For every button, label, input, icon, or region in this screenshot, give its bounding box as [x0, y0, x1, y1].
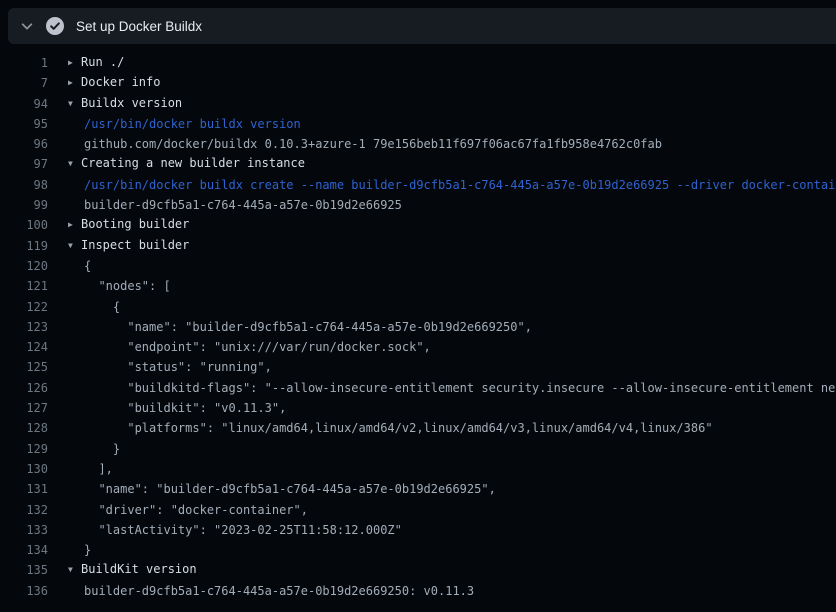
- log-group-row[interactable]: 119 ▼Inspect builder: [0, 236, 836, 256]
- command-text: /usr/bin/docker buildx version: [68, 114, 836, 134]
- line-number[interactable]: 126: [0, 378, 48, 398]
- line-number[interactable]: 128: [0, 418, 48, 438]
- output-text: ],: [68, 459, 836, 479]
- output-text: "buildkitd-flags": "--allow-insecure-ent…: [68, 378, 836, 398]
- line-number[interactable]: 7: [0, 73, 48, 93]
- output-text: builder-d9cfb5a1-c764-445a-a57e-0b19d2e6…: [68, 195, 836, 215]
- chevron-collapsed-icon[interactable]: ▶: [68, 73, 81, 93]
- output-text: {: [68, 256, 836, 276]
- line-number[interactable]: 100: [0, 215, 48, 235]
- line-number[interactable]: 127: [0, 398, 48, 418]
- chevron-expanded-icon[interactable]: ▼: [68, 154, 81, 174]
- output-text: "status": "running",: [68, 357, 836, 377]
- log-group-row[interactable]: 1 ▶Run ./: [0, 53, 836, 73]
- output-text: "name": "builder-d9cfb5a1-c764-445a-a57e…: [68, 479, 836, 499]
- line-number[interactable]: 131: [0, 479, 48, 499]
- line-number[interactable]: 125: [0, 357, 48, 377]
- chevron-expanded-icon[interactable]: ▼: [68, 94, 81, 114]
- log-line-row: 132 "driver": "docker-container",: [0, 500, 836, 520]
- chevron-down-icon[interactable]: [20, 19, 34, 33]
- log-line-row: 99 builder-d9cfb5a1-c764-445a-a57e-0b19d2…: [0, 195, 836, 215]
- log-line-row: 125 "status": "running",: [0, 357, 836, 377]
- chevron-expanded-icon[interactable]: ▼: [68, 236, 81, 256]
- group-title: Run ./: [81, 55, 124, 69]
- line-number[interactable]: 121: [0, 276, 48, 296]
- group-title: Booting builder: [81, 217, 189, 231]
- log-viewer: 1▶Run ./7▶Docker info94▼Buildx version95…: [0, 53, 836, 601]
- output-text: github.com/docker/buildx 0.10.3+azure-1 …: [68, 134, 836, 154]
- log-line-row: 122 {: [0, 297, 836, 317]
- output-text: {: [68, 297, 836, 317]
- log-group-row[interactable]: 135 ▼BuildKit version: [0, 560, 836, 580]
- group-title: Buildx version: [81, 96, 182, 110]
- command-text: /usr/bin/docker buildx create --name bui…: [68, 175, 836, 195]
- log-line-row: 95/usr/bin/docker buildx version: [0, 114, 836, 134]
- line-number[interactable]: 134: [0, 540, 48, 560]
- line-number[interactable]: 133: [0, 520, 48, 540]
- chevron-collapsed-icon[interactable]: ▶: [68, 215, 81, 235]
- log-line-row: 131 "name": "builder-d9cfb5a1-c764-445a-…: [0, 479, 836, 499]
- log-group-row[interactable]: 97 ▼Creating a new builder instance: [0, 154, 836, 174]
- line-number[interactable]: 97: [0, 154, 48, 174]
- line-number[interactable]: 1: [0, 53, 48, 73]
- line-number[interactable]: 120: [0, 256, 48, 276]
- group-title: Creating a new builder instance: [81, 156, 305, 170]
- line-number[interactable]: 124: [0, 337, 48, 357]
- log-line-row: 130 ],: [0, 459, 836, 479]
- line-number[interactable]: 130: [0, 459, 48, 479]
- log-line-row: 136 builder-d9cfb5a1-c764-445a-a57e-0b19d…: [0, 581, 836, 601]
- log-group-row[interactable]: 94 ▼Buildx version: [0, 94, 836, 114]
- line-number[interactable]: 123: [0, 317, 48, 337]
- line-number[interactable]: 98: [0, 175, 48, 195]
- output-text: "buildkit": "v0.11.3",: [68, 398, 836, 418]
- chevron-expanded-icon[interactable]: ▼: [68, 560, 81, 580]
- group-title: Docker info: [81, 75, 160, 89]
- check-circle-icon: [46, 17, 64, 35]
- output-text: "lastActivity": "2023-02-25T11:58:12.000…: [68, 520, 836, 540]
- output-text: "name": "builder-d9cfb5a1-c764-445a-a57e…: [68, 317, 836, 337]
- chevron-collapsed-icon[interactable]: ▶: [68, 53, 81, 73]
- line-number[interactable]: 96: [0, 134, 48, 154]
- log-line-row: 126 "buildkitd-flags": "--allow-insecure…: [0, 378, 836, 398]
- output-text: }: [68, 540, 836, 560]
- line-number[interactable]: 99: [0, 195, 48, 215]
- line-number[interactable]: 136: [0, 581, 48, 601]
- log-line-row: 123 "name": "builder-d9cfb5a1-c764-445a-…: [0, 317, 836, 337]
- line-number[interactable]: 132: [0, 500, 48, 520]
- log-line-row: 121 "nodes": [: [0, 276, 836, 296]
- log-line-row: 134}: [0, 540, 836, 560]
- output-text: "endpoint": "unix:///var/run/docker.sock…: [68, 337, 836, 357]
- output-text: }: [68, 439, 836, 459]
- output-text: "driver": "docker-container",: [68, 500, 836, 520]
- output-text: builder-d9cfb5a1-c764-445a-a57e-0b19d2e6…: [68, 581, 836, 601]
- line-number[interactable]: 95: [0, 114, 48, 134]
- log-group-row[interactable]: 7 ▶Docker info: [0, 73, 836, 93]
- line-number[interactable]: 122: [0, 297, 48, 317]
- log-line-row: 133 "lastActivity": "2023-02-25T11:58:12…: [0, 520, 836, 540]
- group-title: Inspect builder: [81, 238, 189, 252]
- log-line-row: 127 "buildkit": "v0.11.3",: [0, 398, 836, 418]
- line-number[interactable]: 119: [0, 236, 48, 256]
- log-line-row: 120 {: [0, 256, 836, 276]
- step-header[interactable]: Set up Docker Buildx: [8, 8, 836, 44]
- group-title: BuildKit version: [81, 562, 197, 576]
- line-number[interactable]: 129: [0, 439, 48, 459]
- log-line-row: 129 }: [0, 439, 836, 459]
- log-line-row: 128 "platforms": "linux/amd64,linux/amd6…: [0, 418, 836, 438]
- line-number[interactable]: 94: [0, 94, 48, 114]
- log-group-row[interactable]: 100 ▶Booting builder: [0, 215, 836, 235]
- line-number[interactable]: 135: [0, 560, 48, 580]
- step-title: Set up Docker Buildx: [76, 19, 202, 34]
- output-text: "platforms": "linux/amd64,linux/amd64/v2…: [68, 418, 836, 438]
- log-line-row: 98/usr/bin/docker buildx create --name b…: [0, 175, 836, 195]
- log-line-row: 96 github.com/docker/buildx 0.10.3+azure-…: [0, 134, 836, 154]
- log-line-row: 124 "endpoint": "unix:///var/run/docker.…: [0, 337, 836, 357]
- output-text: "nodes": [: [68, 276, 836, 296]
